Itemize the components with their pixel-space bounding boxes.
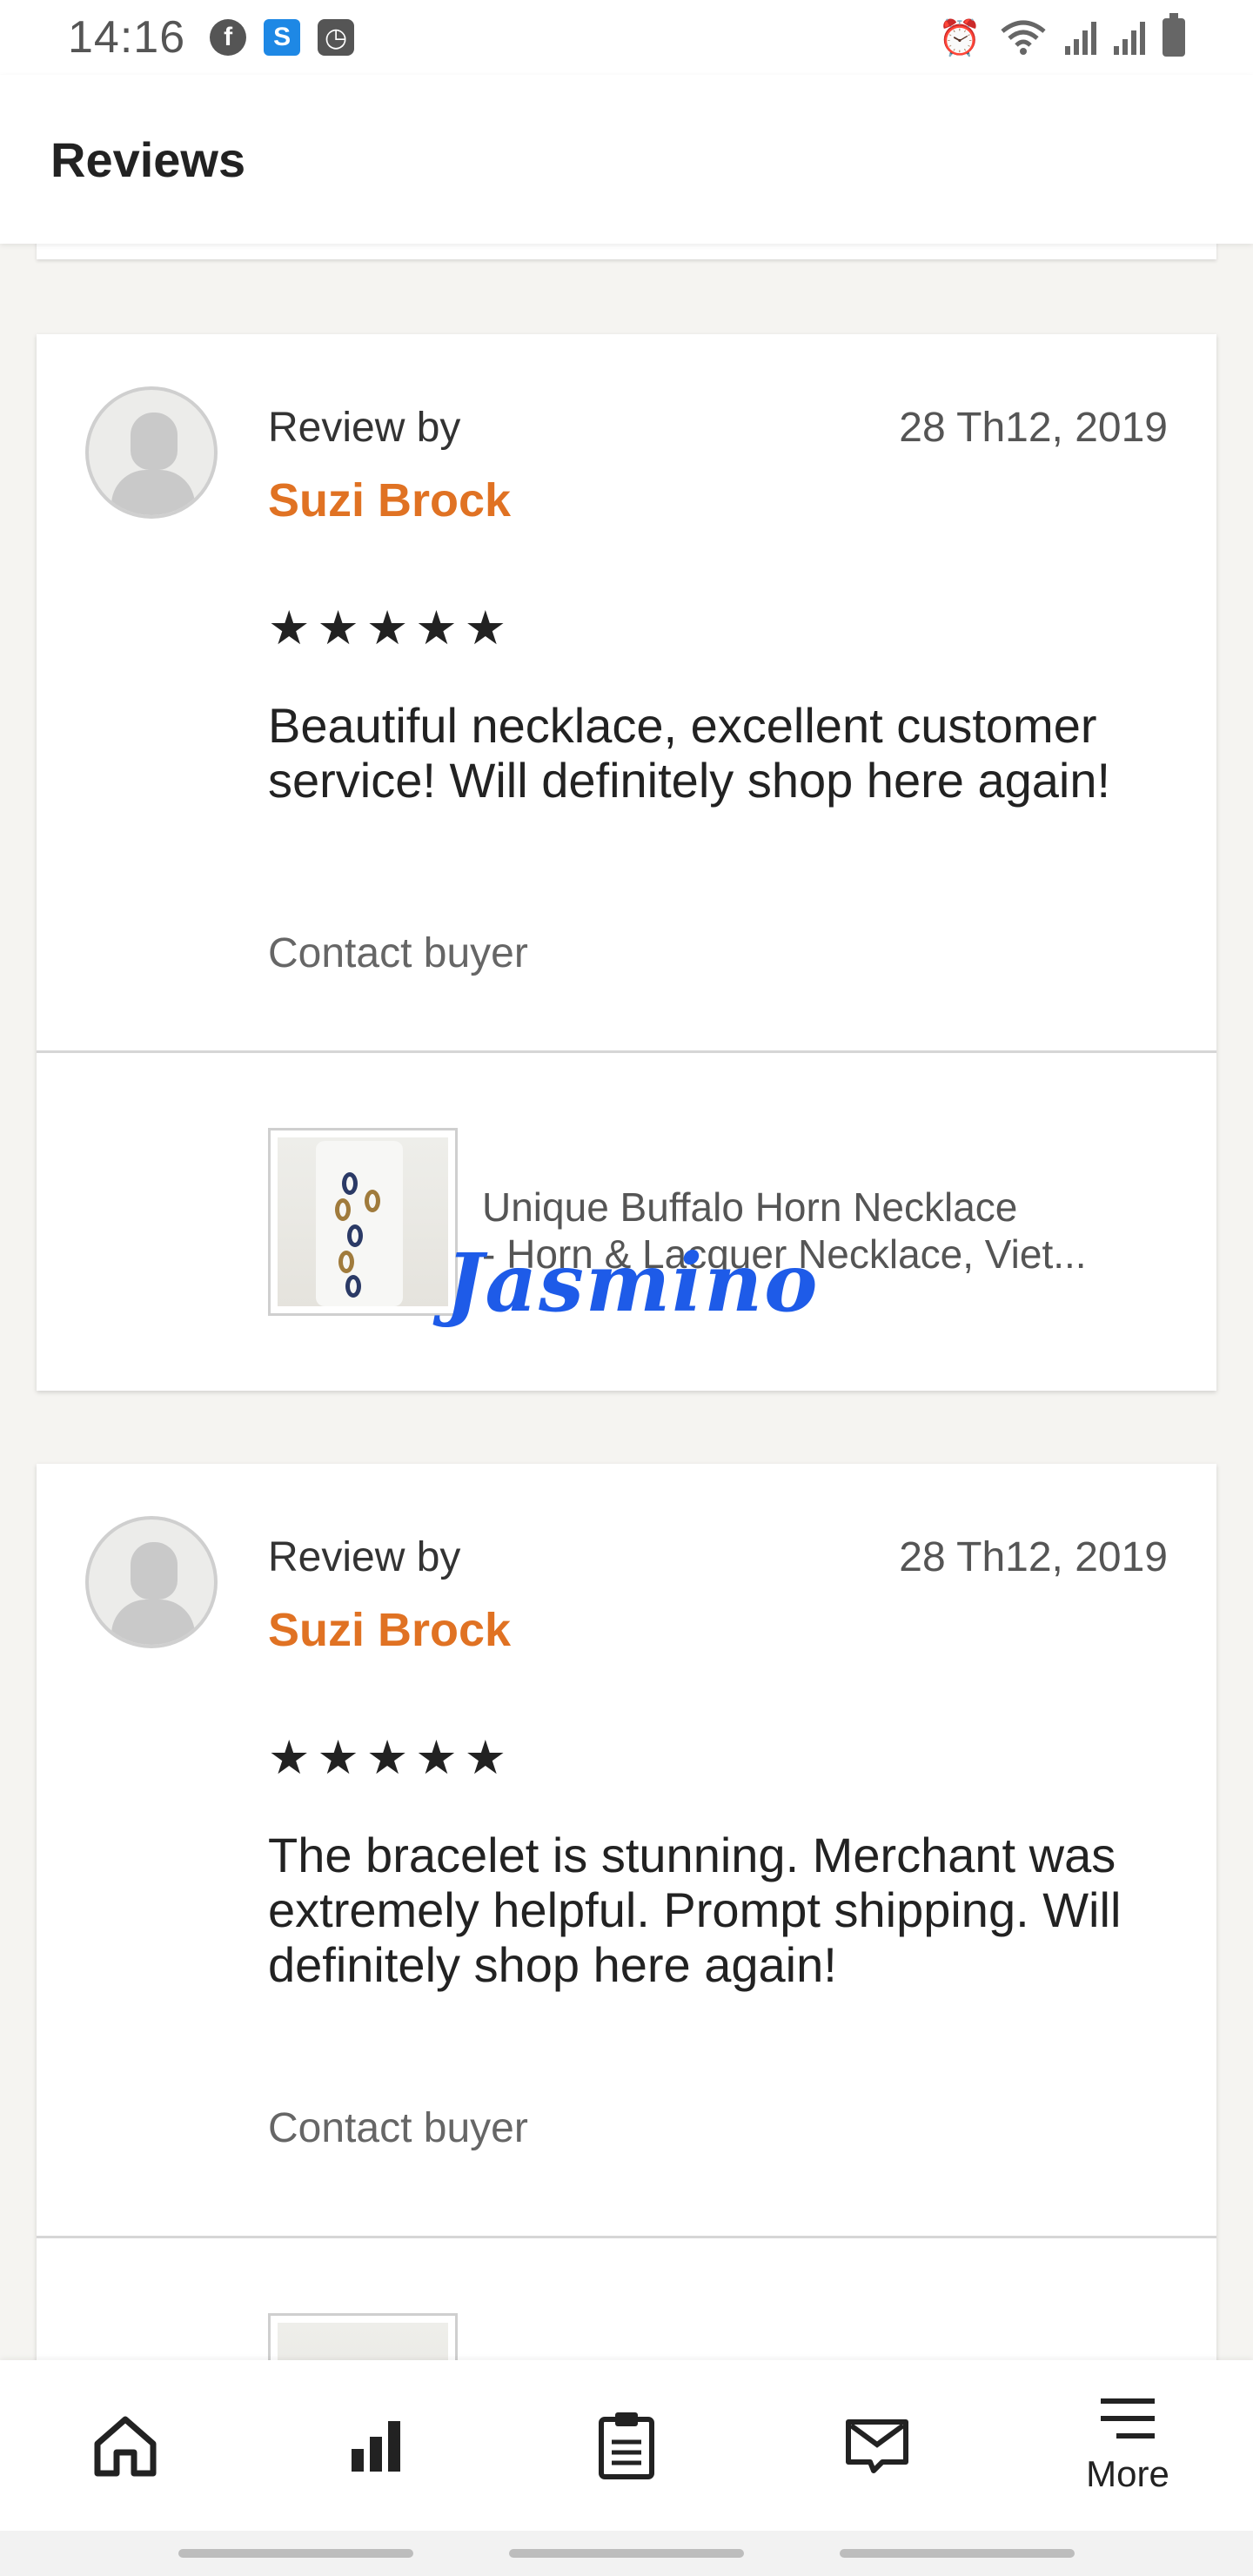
clock-app-icon: ◷ bbox=[318, 19, 355, 56]
review-date: 28 Th12, 2019 bbox=[899, 405, 1168, 451]
review-by-label: Review by bbox=[268, 1534, 461, 1580]
gesture-navigation-bar bbox=[0, 2531, 1253, 2576]
item-thumbnail[interactable] bbox=[268, 1128, 458, 1316]
reviewer-name[interactable]: Suzi Brock bbox=[268, 473, 511, 527]
avatar[interactable] bbox=[85, 386, 218, 519]
review-section: Review by Suzi Brock 28 Th12, 2019 ★★★★★… bbox=[37, 334, 1216, 1053]
item-image bbox=[278, 1137, 448, 1306]
review-card: Review by Suzi Brock 28 Th12, 2019 ★★★★★… bbox=[37, 1464, 1216, 2501]
review-date: 28 Th12, 2019 bbox=[899, 1534, 1168, 1580]
review-text: Beautiful necklace, excellent customer s… bbox=[268, 698, 1111, 808]
nav-orders[interactable] bbox=[539, 2360, 714, 2531]
facebook-icon: f bbox=[210, 19, 247, 56]
review-text: The bracelet is stunning. Merchant was e… bbox=[268, 1828, 1122, 1992]
app-header: Reviews bbox=[0, 75, 1253, 244]
battery-icon bbox=[1163, 13, 1185, 57]
star-rating: ★★★★★ bbox=[268, 602, 514, 654]
nav-home[interactable] bbox=[38, 2360, 212, 2531]
stats-icon bbox=[352, 2421, 400, 2472]
status-time: 14:16 bbox=[68, 12, 186, 63]
nav-more[interactable]: More bbox=[1041, 2360, 1215, 2531]
gesture-handle[interactable] bbox=[178, 2549, 413, 2558]
review-by-label: Review by bbox=[268, 405, 461, 451]
wifi-icon bbox=[1001, 20, 1046, 55]
avatar-placeholder-icon bbox=[131, 1542, 178, 1600]
signal-icon bbox=[1114, 20, 1145, 55]
nav-more-label: More bbox=[1086, 2453, 1169, 2494]
gesture-handle[interactable] bbox=[509, 2549, 744, 2558]
alarm-icon: ⏰ bbox=[938, 18, 982, 57]
messages-icon bbox=[846, 2419, 908, 2473]
system-icons: ⏰ bbox=[938, 13, 1185, 58]
menu-icon bbox=[1101, 2398, 1155, 2438]
watermark: Jasmino bbox=[446, 1236, 820, 1330]
nav-stats[interactable] bbox=[289, 2360, 463, 2531]
star-rating: ★★★★★ bbox=[268, 1732, 514, 1784]
item-title-line: Unique Buffalo Horn Necklace bbox=[482, 1184, 1018, 1230]
reviewed-item[interactable]: Unique Buffalo Horn Necklace - Horn & La… bbox=[37, 1053, 1216, 1388]
signal-icon bbox=[1065, 20, 1096, 55]
status-bar: 14:16 f S ◷ ⏰ bbox=[0, 0, 1253, 75]
notification-icons: f S ◷ bbox=[210, 19, 355, 56]
avatar-placeholder-icon bbox=[131, 413, 178, 470]
avatar[interactable] bbox=[85, 1516, 218, 1648]
home-icon bbox=[94, 2416, 157, 2477]
review-section: Review by Suzi Brock 28 Th12, 2019 ★★★★★… bbox=[37, 1464, 1216, 2238]
nav-messages[interactable] bbox=[790, 2360, 964, 2531]
contact-buyer-button[interactable]: Contact buyer bbox=[268, 929, 528, 977]
bottom-navigation: More bbox=[0, 2360, 1253, 2531]
page-title: Reviews bbox=[50, 131, 246, 187]
gesture-handle[interactable] bbox=[840, 2549, 1075, 2558]
orders-icon bbox=[599, 2412, 654, 2479]
contact-buyer-button[interactable]: Contact buyer bbox=[268, 2104, 528, 2152]
s-app-icon: S bbox=[264, 19, 301, 56]
reviewer-name[interactable]: Suzi Brock bbox=[268, 1603, 511, 1657]
review-card: Review by Suzi Brock 28 Th12, 2019 ★★★★★… bbox=[37, 334, 1216, 1391]
